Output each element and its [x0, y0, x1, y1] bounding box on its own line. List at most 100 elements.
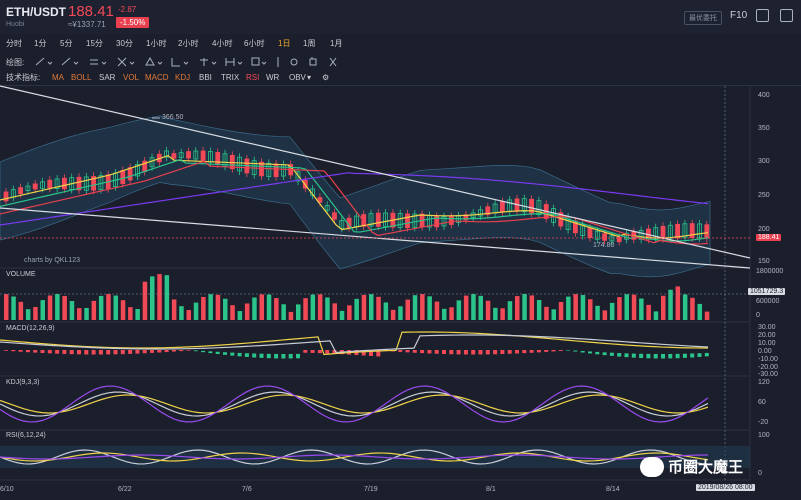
macd-bar: [478, 350, 483, 355]
last-price-tag: 188.41: [756, 234, 782, 241]
macd-bar: [113, 350, 118, 355]
macd-bar: [558, 350, 563, 351]
macd-bar: [11, 350, 16, 352]
macd-bar: [449, 350, 454, 355]
candle-body: [675, 223, 680, 239]
volume-bar: [288, 311, 294, 320]
volume-bar: [317, 294, 323, 320]
bollinger-band: [0, 115, 711, 278]
macd-bar: [150, 350, 154, 353]
macd-bar: [317, 350, 322, 354]
volume-bar: [69, 301, 75, 320]
macd-bar: [325, 350, 330, 354]
macd-bar: [310, 350, 315, 353]
macd-bar: [515, 350, 519, 354]
price-axis-tick: 150: [758, 258, 770, 265]
volume-bar: [201, 296, 206, 320]
date-axis-tick: 6/22: [118, 486, 132, 493]
macd-dea-line: [0, 334, 709, 354]
macd-bar: [84, 350, 89, 355]
macd-bar: [142, 350, 147, 354]
date-axis-tick: 8/1: [486, 486, 496, 493]
volume-bar: [193, 302, 199, 320]
rsi-axis-tick: 100: [758, 432, 770, 439]
macd-bar: [296, 353, 300, 359]
macd-bar: [398, 350, 403, 352]
price-axis-tick: 200: [758, 226, 770, 233]
volume-bar: [449, 307, 454, 320]
watermark: 币圈大魔王: [640, 456, 743, 477]
volume-bar: [420, 294, 425, 320]
wechat-icon: [640, 456, 664, 477]
chart-canvas[interactable]: [0, 0, 801, 500]
kdj-axis-tick: 120: [758, 379, 770, 386]
volume-bar: [281, 304, 286, 320]
volume-bar: [230, 305, 235, 320]
price-axis-tick: 250: [758, 192, 770, 199]
macd-bar: [653, 353, 658, 359]
time-cursor-tag: 2019/08/26 08:00: [696, 484, 755, 491]
macd-bar: [551, 350, 556, 352]
macd-bar: [77, 350, 81, 355]
volume-bar: [661, 295, 666, 320]
volume-bar: [442, 308, 447, 320]
macd-bar: [40, 350, 45, 353]
macd-bar: [288, 353, 293, 359]
macd-bar: [697, 353, 702, 357]
volume-axis-tick: 1800000: [756, 268, 784, 275]
kdj-axis-tick: 60: [758, 399, 766, 406]
macd-bar: [566, 350, 571, 351]
volume-bar: [164, 275, 170, 320]
macd-bar: [405, 350, 410, 353]
volume-bar: [347, 305, 352, 320]
volume-bar: [77, 308, 82, 320]
volume-bar: [208, 294, 213, 320]
macd-bar: [602, 352, 607, 356]
volume-bar: [157, 274, 162, 320]
volume-bar: [339, 310, 345, 320]
candle-body: [602, 233, 607, 241]
volume-bar: [697, 303, 702, 320]
candle-body: [273, 163, 279, 177]
volume-bar: [18, 301, 24, 320]
volume-bar: [631, 294, 637, 320]
candle-body: [171, 153, 177, 159]
macd-bar: [98, 350, 103, 355]
date-axis-tick: 7/6: [242, 486, 252, 493]
volume-bar: [40, 300, 45, 320]
macd-bar: [215, 351, 220, 355]
candle-body: [186, 151, 191, 159]
macd-bar: [179, 350, 184, 352]
volume-bar: [500, 308, 505, 320]
volume-bar: [186, 310, 191, 320]
volume-bar: [106, 294, 111, 320]
volume-bar: [617, 297, 622, 320]
candle-body: [660, 225, 666, 240]
macd-bar: [536, 350, 541, 353]
macd-bar: [223, 352, 227, 355]
volume-bar: [558, 301, 564, 320]
candle-body: [332, 212, 337, 220]
volume-bar: [471, 294, 476, 320]
macd-bar: [55, 350, 60, 354]
volume-bar: [376, 296, 381, 320]
macd-bar: [675, 353, 680, 359]
price-axis-tick: 400: [758, 92, 770, 99]
volume-bar: [171, 299, 177, 320]
macd-bar: [106, 350, 111, 355]
macd-axis-tick: -30.00: [758, 371, 778, 378]
macd-bar: [420, 350, 425, 354]
volume-bar: [588, 299, 593, 320]
price-axis-tick: 350: [758, 125, 770, 132]
volume-bar: [646, 304, 651, 320]
macd-bar: [456, 350, 461, 355]
macd-bar: [588, 351, 592, 354]
volume-bar: [573, 294, 578, 320]
macd-bar: [529, 350, 534, 353]
macd-bar: [661, 353, 665, 359]
volume-bar: [98, 295, 104, 320]
candle-body: [120, 170, 126, 185]
volume-bar: [296, 304, 301, 320]
volume-bar: [522, 294, 527, 320]
volume-bar: [179, 306, 184, 320]
